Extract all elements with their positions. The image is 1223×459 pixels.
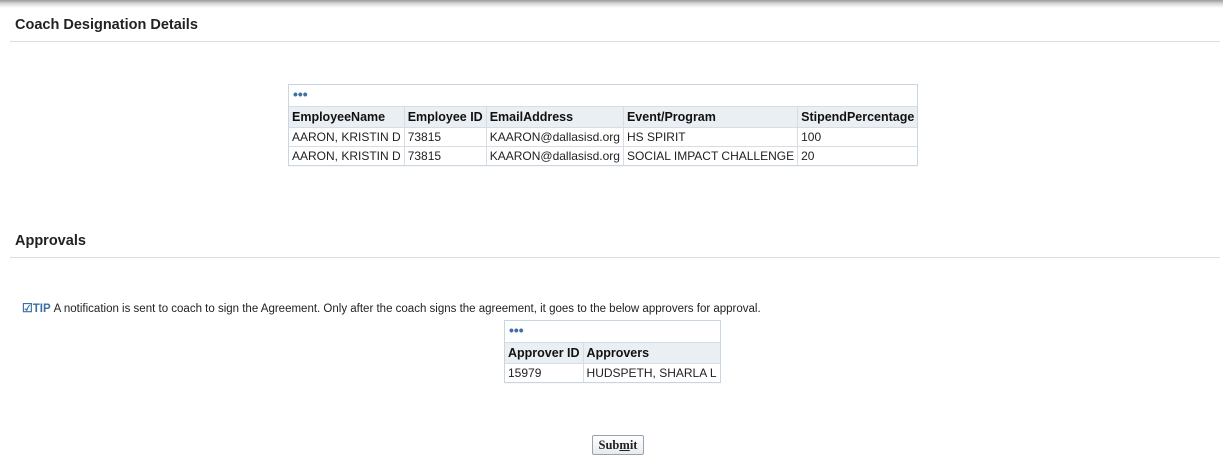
top-shadow-bar [0,0,1223,8]
column-header-approvers[interactable]: Approvers [583,342,720,364]
cell-employee-id: 73815 [404,146,487,165]
approvals-section-title: Approvals [15,233,86,249]
approvers-table-panel: ••• Approver ID Approvers 15979 HUDSPETH… [504,320,721,383]
more-options-icon[interactable]: ••• [293,87,308,101]
cell-event-program: SOCIAL IMPACT CHALLENGE [623,146,799,165]
coach-table-toolbar: ••• [289,85,917,106]
tip-check-icon: ☑ [22,301,33,315]
cell-approver-name: HUDSPETH, SHARLA L [583,363,720,382]
cell-employee-name: AARON, KRISTIN D [289,127,405,147]
cell-employee-name: AARON, KRISTIN D [289,146,405,165]
approvals-section-divider [10,257,1220,258]
cell-email-address: KAARON@dallasisd.org [486,146,624,165]
tip-label: TIP [32,303,51,315]
table-header-row: Approver ID Approvers [505,342,720,364]
tip-text: A notification is sent to coach to sign … [53,303,761,315]
column-header-email-address[interactable]: EmailAddress [486,106,624,128]
coach-designation-table: EmployeeName Employee ID EmailAddress Ev… [289,106,918,165]
column-header-approver-id[interactable]: Approver ID [505,342,584,364]
table-header-row: EmployeeName Employee ID EmailAddress Ev… [289,106,918,128]
submit-accelerator-key: m [619,438,630,452]
table-row: AARON, KRISTIN D 73815 KAARON@dallasisd.… [289,127,918,147]
column-header-employee-name[interactable]: EmployeeName [289,106,405,128]
table-row: 15979 HUDSPETH, SHARLA L [505,363,720,382]
column-header-event-program[interactable]: Event/Program [623,106,799,128]
cell-approver-id: 15979 [505,363,584,382]
coach-table-panel: ••• EmployeeName Employee ID EmailAddres… [288,84,919,166]
column-header-stipend-percentage[interactable]: StipendPercentage [797,106,918,128]
cell-stipend-percentage: 20 [797,146,918,165]
cell-employee-id: 73815 [404,127,487,147]
tip-message: ☑TIP A notification is sent to coach to s… [22,301,761,315]
approvers-table-toolbar: ••• [505,321,720,342]
cell-event-program: HS SPIRIT [623,127,799,147]
table-row: AARON, KRISTIN D 73815 KAARON@dallasisd.… [289,146,918,165]
coach-section-title: Coach Designation Details [15,17,198,33]
coach-section-divider [10,41,1220,42]
cell-email-address: KAARON@dallasisd.org [486,127,624,147]
cell-stipend-percentage: 100 [797,127,918,147]
submit-button[interactable]: Submit [592,435,644,455]
approvers-table: Approver ID Approvers 15979 HUDSPETH, SH… [505,342,720,382]
more-options-icon[interactable]: ••• [509,323,524,337]
column-header-employee-id[interactable]: Employee ID [404,106,487,128]
